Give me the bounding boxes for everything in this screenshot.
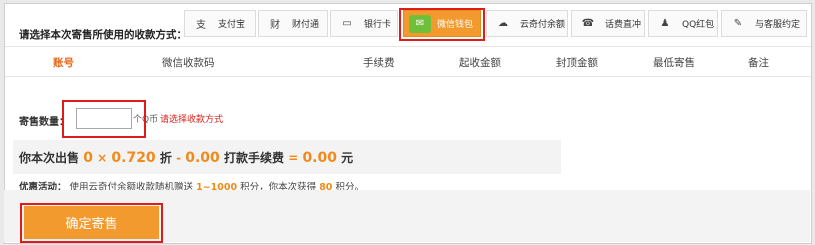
sale-summary: 你本次出售 0 × 0.720 折 - 0.00 打款手续费 = 0.00 元: [13, 140, 561, 174]
payment-method-row: 请选择本次寄售所使用的收款方式： 支 支付宝 财 财付通 ▭ 银行卡 ✉ 微信钱…: [5, 4, 811, 46]
payment-option-bank-card[interactable]: ▭ 银行卡: [330, 10, 398, 37]
payment-option-label: 银行卡: [364, 20, 392, 30]
yunqifu-icon: ☁: [498, 18, 508, 29]
payment-option-tenpay[interactable]: 财 财付通: [258, 10, 328, 37]
column-header-max-amount: 封顶金额: [556, 57, 598, 69]
quantity-hint: 请选择收款方式: [160, 115, 224, 125]
payment-option-label: QQ红包: [682, 20, 715, 30]
bank-card-icon: ▭: [342, 18, 352, 29]
quantity-highlight: [62, 100, 146, 138]
payment-option-label: 与客服约定: [755, 20, 801, 30]
alipay-icon: 支: [196, 20, 206, 31]
payment-option-label: 话费直冲: [605, 20, 642, 30]
payment-method-label: 请选择本次寄售所使用的收款方式：: [19, 29, 187, 41]
summary-discount-unit: 折: [159, 151, 172, 165]
column-header-min-amount: 起收金额: [459, 57, 501, 69]
summary-equals: =: [288, 151, 299, 165]
phone-recharge-icon: ☎: [581, 18, 595, 29]
summary-prefix: 你本次出售: [19, 151, 80, 165]
selected-payment-highlight: [399, 8, 485, 41]
summary-fee-label: 打款手续费: [223, 151, 284, 165]
payment-option-alipay[interactable]: 支 支付宝: [184, 10, 256, 37]
column-header-qr-code: 微信收款码: [162, 57, 215, 69]
summary-times: ×: [97, 151, 108, 165]
column-header-remark: 备注: [748, 57, 769, 69]
payment-option-qq-redpacket[interactable]: ♟ QQ红包: [648, 10, 718, 37]
column-header-account: 账号: [53, 57, 74, 69]
payment-option-label: 支付宝: [218, 20, 246, 30]
summary-minus: -: [176, 151, 182, 165]
confirm-button-highlight: [20, 203, 163, 243]
payment-option-label: 云奇付余额: [520, 20, 566, 30]
summary-fee: 0.00: [185, 150, 220, 166]
summary-currency: 元: [341, 151, 354, 165]
payment-option-yunqifu[interactable]: ☁ 云奇付余额: [486, 10, 568, 37]
summary-quantity: 0: [83, 150, 93, 166]
payment-table-header: 账号 微信收款码 手续费 起收金额 封顶金额 最低寄售 备注: [5, 46, 811, 77]
payment-option-label: 财付通: [292, 20, 320, 30]
customer-service-icon: ✎: [733, 18, 743, 29]
summary-total: 0.00: [302, 150, 337, 166]
qq-icon: ♟: [660, 18, 670, 29]
column-header-fee: 手续费: [363, 57, 395, 69]
payment-option-phone-recharge[interactable]: ☎ 话费直冲: [571, 10, 645, 37]
payment-option-customer-service[interactable]: ✎ 与客服约定: [721, 10, 807, 37]
column-header-min-sale: 最低寄售: [653, 57, 695, 69]
summary-discount: 0.720: [111, 150, 156, 166]
tenpay-icon: 财: [270, 20, 280, 31]
